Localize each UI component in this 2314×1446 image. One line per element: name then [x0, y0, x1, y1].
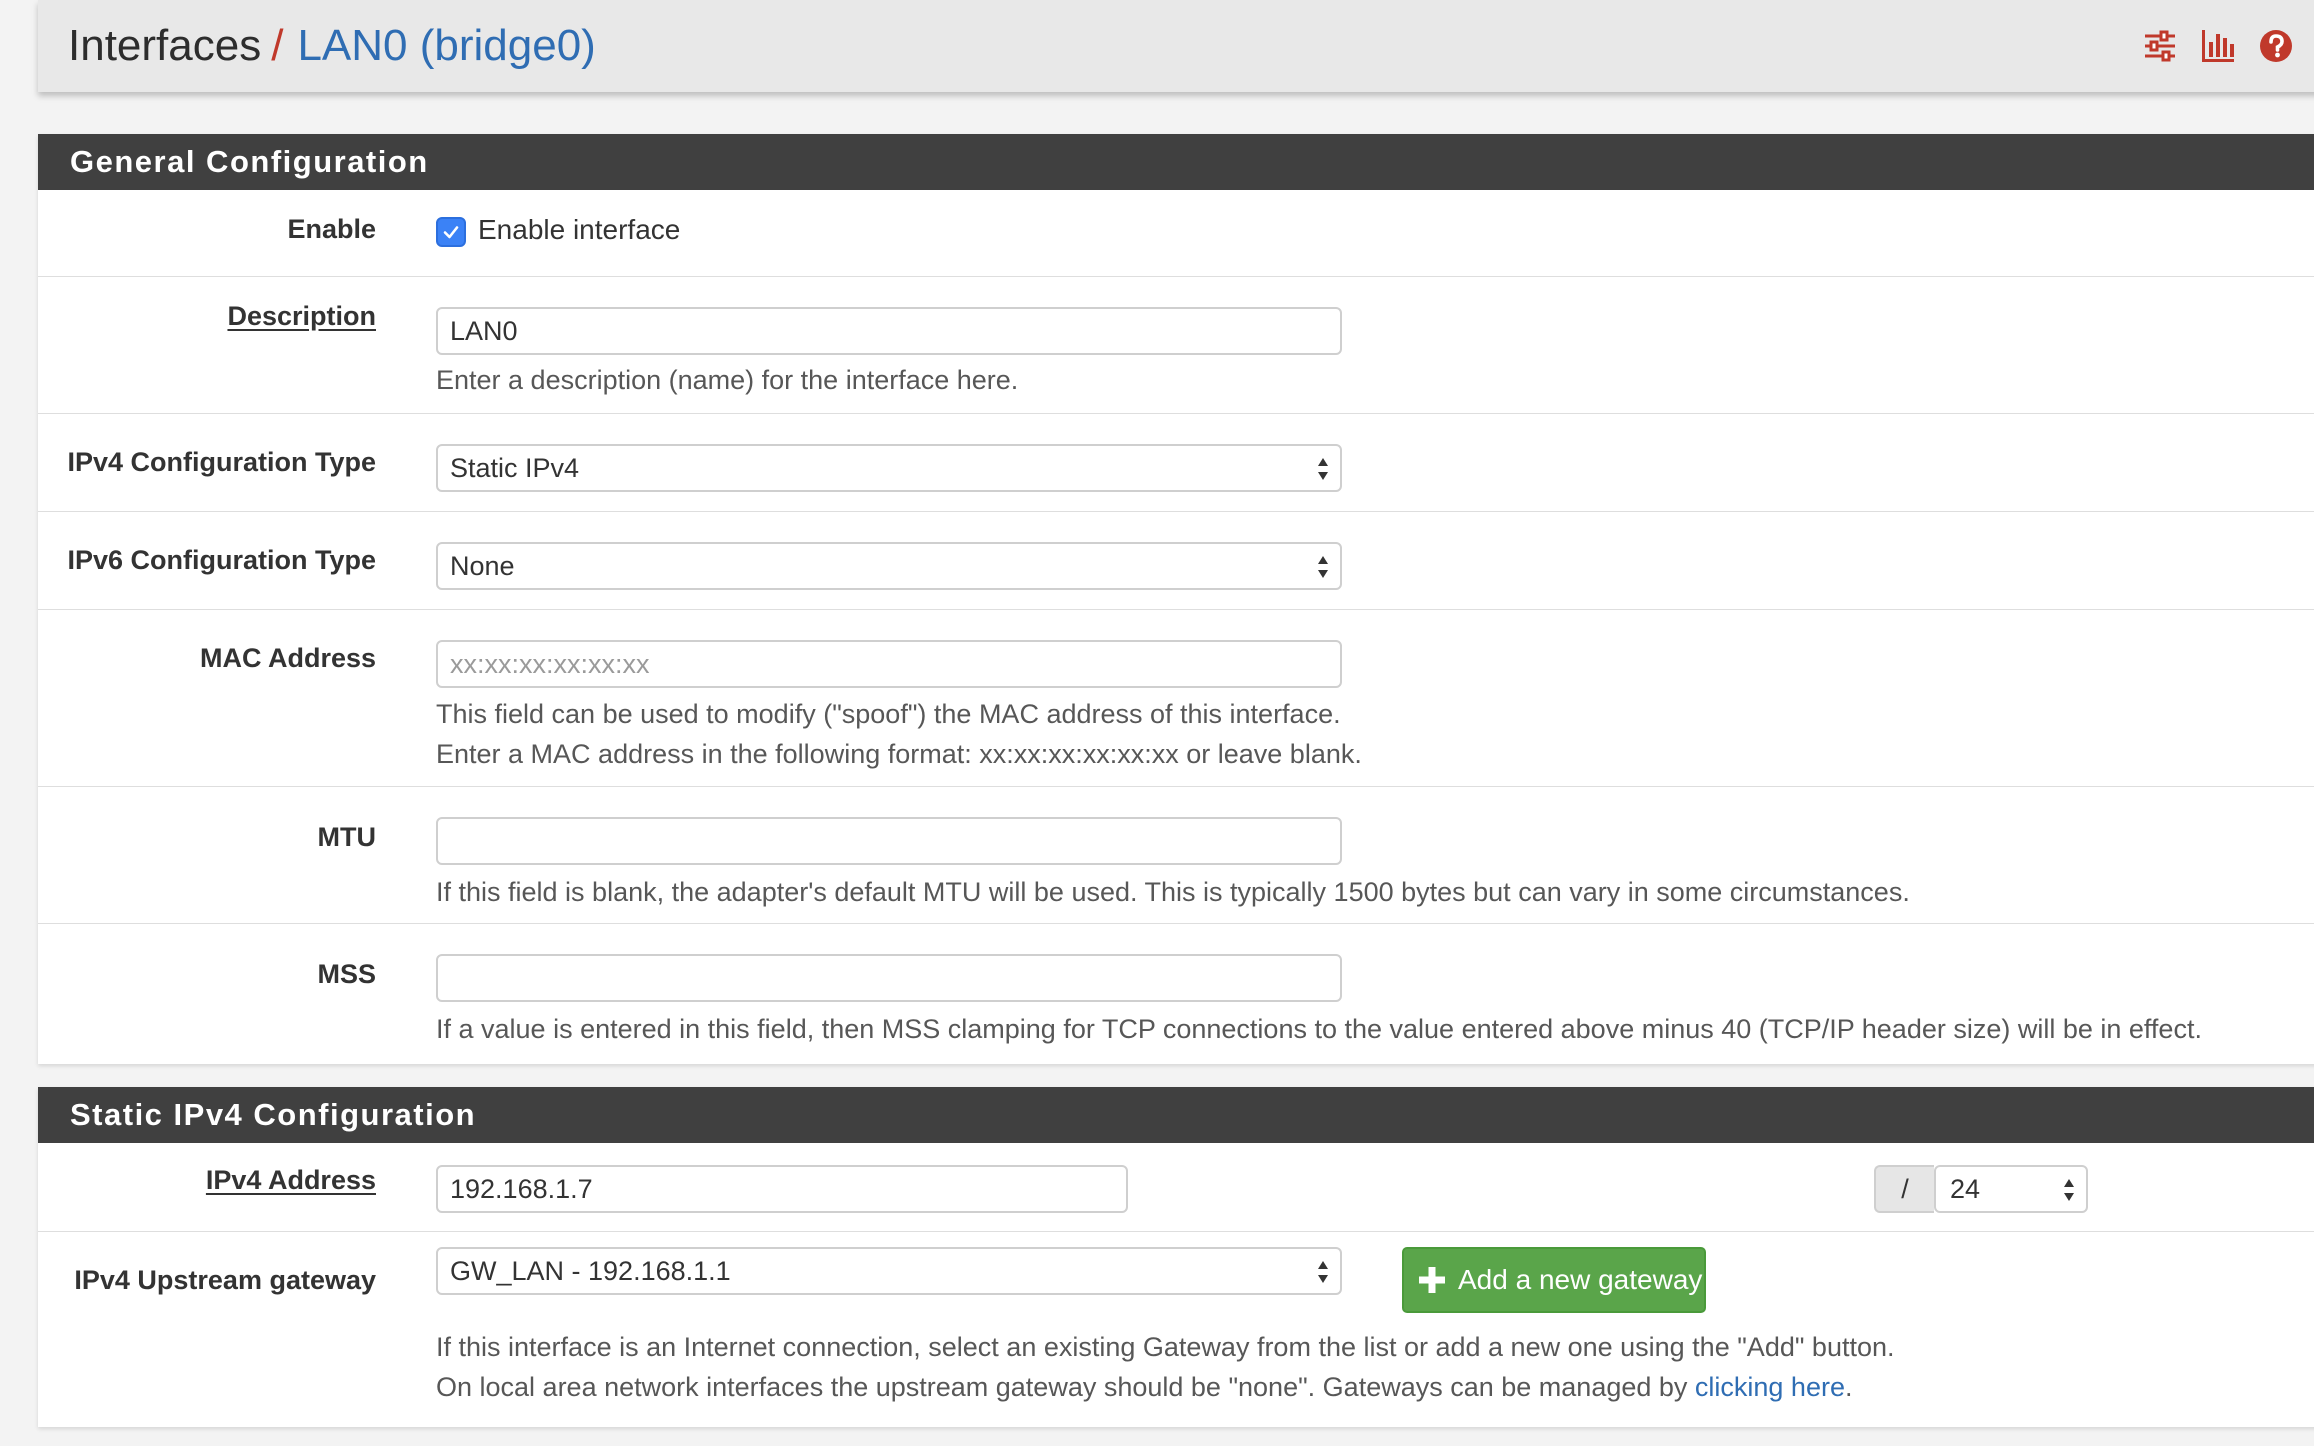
mss-input[interactable]: [436, 954, 1342, 1002]
description-help: Enter a description (name) for the inter…: [436, 365, 1019, 395]
description-input[interactable]: LAN0: [436, 307, 1342, 355]
bar-chart-icon[interactable]: [2200, 28, 2236, 64]
ipv4-type-label: IPv4 Configuration Type: [67, 447, 376, 477]
mtu-label: MTU: [317, 822, 376, 852]
mtu-input[interactable]: [436, 817, 1342, 865]
mac-address-placeholder: xx:xx:xx:xx:xx:xx: [450, 649, 650, 679]
mac-address-label: MAC Address: [199, 643, 376, 673]
enable-interface-checkbox[interactable]: [436, 217, 466, 247]
mac-address-help-line2: Enter a MAC address in the following for…: [436, 739, 1362, 769]
ipv4-type-row: IPv4 Configuration Type Static IPv4: [38, 413, 2314, 511]
cidr-select[interactable]: 24: [1934, 1165, 2088, 1213]
gateways-link[interactable]: clicking here: [1695, 1372, 1845, 1402]
ipv4-address-input[interactable]: 192.168.1.7: [436, 1165, 1128, 1213]
add-gateway-button[interactable]: Add a new gateway: [1402, 1247, 1706, 1313]
breadcrumb: Interfaces / LAN0 (bridge0): [68, 18, 596, 74]
gateway-help-text: On local area network interfaces the ups…: [436, 1372, 1695, 1402]
gateway-label: IPv4 Upstream gateway: [74, 1265, 376, 1295]
enable-row: Enable Enable interface: [38, 190, 2314, 276]
mac-address-row: MAC Address xx:xx:xx:xx:xx:xx This field…: [38, 609, 2314, 786]
mss-row: MSS If a value is entered in this field,…: [38, 923, 2314, 1064]
gateway-help-line2: On local area network interfaces the ups…: [436, 1367, 1853, 1407]
ipv6-type-selected: None: [450, 551, 515, 581]
select-arrows-icon: [1318, 458, 1328, 480]
header-icons: [2142, 28, 2294, 64]
select-arrows-icon: [1318, 1261, 1328, 1283]
mtu-help: If this field is blank, the adapter's de…: [436, 877, 1910, 907]
gateway-row: IPv4 Upstream gateway GW_LAN - 192.168.1…: [38, 1231, 2314, 1427]
mac-address-help-line1: This field can be used to modify ("spoof…: [436, 699, 1341, 729]
gateway-select[interactable]: GW_LAN - 192.168.1.1: [436, 1247, 1342, 1295]
general-configuration-panel: General Configuration Enable Enable inte…: [38, 134, 2314, 1064]
description-label[interactable]: Description: [46, 301, 376, 332]
static-ipv4-panel: Static IPv4 Configuration IPv4 Address 1…: [38, 1087, 2314, 1427]
ipv4-type-selected: Static IPv4: [450, 453, 580, 483]
mtu-row: MTU If this field is blank, the adapter'…: [38, 786, 2314, 923]
breadcrumb-current[interactable]: LAN0 (bridge0): [297, 21, 595, 70]
gateway-help-suffix: .: [1844, 1372, 1853, 1402]
plus-icon: [1419, 1267, 1445, 1293]
ipv6-type-row: IPv6 Configuration Type None: [38, 511, 2314, 609]
gateway-selected: GW_LAN - 192.168.1.1: [450, 1256, 731, 1286]
ipv4-type-select[interactable]: Static IPv4: [436, 444, 1342, 492]
breadcrumb-interfaces-link[interactable]: Interfaces: [68, 21, 261, 70]
breadcrumb-separator: /: [271, 21, 284, 70]
ipv4-address-row: IPv4 Address 192.168.1.7 / 24: [38, 1143, 2314, 1231]
sliders-icon[interactable]: [2142, 28, 2178, 64]
enable-label: Enable: [287, 214, 376, 244]
static-ipv4-heading: Static IPv4 Configuration: [38, 1087, 2314, 1143]
mss-help: If a value is entered in this field, the…: [436, 1014, 2202, 1044]
cidr-selected: 24: [1950, 1174, 1981, 1204]
mss-label: MSS: [317, 959, 376, 989]
ipv4-address-label[interactable]: IPv4 Address: [46, 1165, 376, 1196]
cidr-slash: /: [1874, 1165, 1934, 1213]
general-configuration-heading: General Configuration: [38, 134, 2314, 190]
help-icon[interactable]: [2258, 28, 2294, 64]
add-gateway-label: Add a new gateway: [1458, 1264, 1703, 1295]
gateway-help-line1: If this interface is an Internet connect…: [436, 1332, 1895, 1362]
enable-interface-label[interactable]: Enable interface: [478, 214, 680, 246]
select-arrows-icon: [1318, 556, 1328, 578]
ipv6-type-select[interactable]: None: [436, 542, 1342, 590]
description-row: Description LAN0 Enter a description (na…: [38, 276, 2314, 413]
checkmark-icon: [443, 226, 459, 239]
select-arrows-icon: [2064, 1179, 2074, 1201]
mac-address-input[interactable]: xx:xx:xx:xx:xx:xx: [436, 640, 1342, 688]
ipv6-type-label: IPv6 Configuration Type: [67, 545, 376, 575]
page-header: Interfaces / LAN0 (bridge0): [38, 0, 2314, 92]
